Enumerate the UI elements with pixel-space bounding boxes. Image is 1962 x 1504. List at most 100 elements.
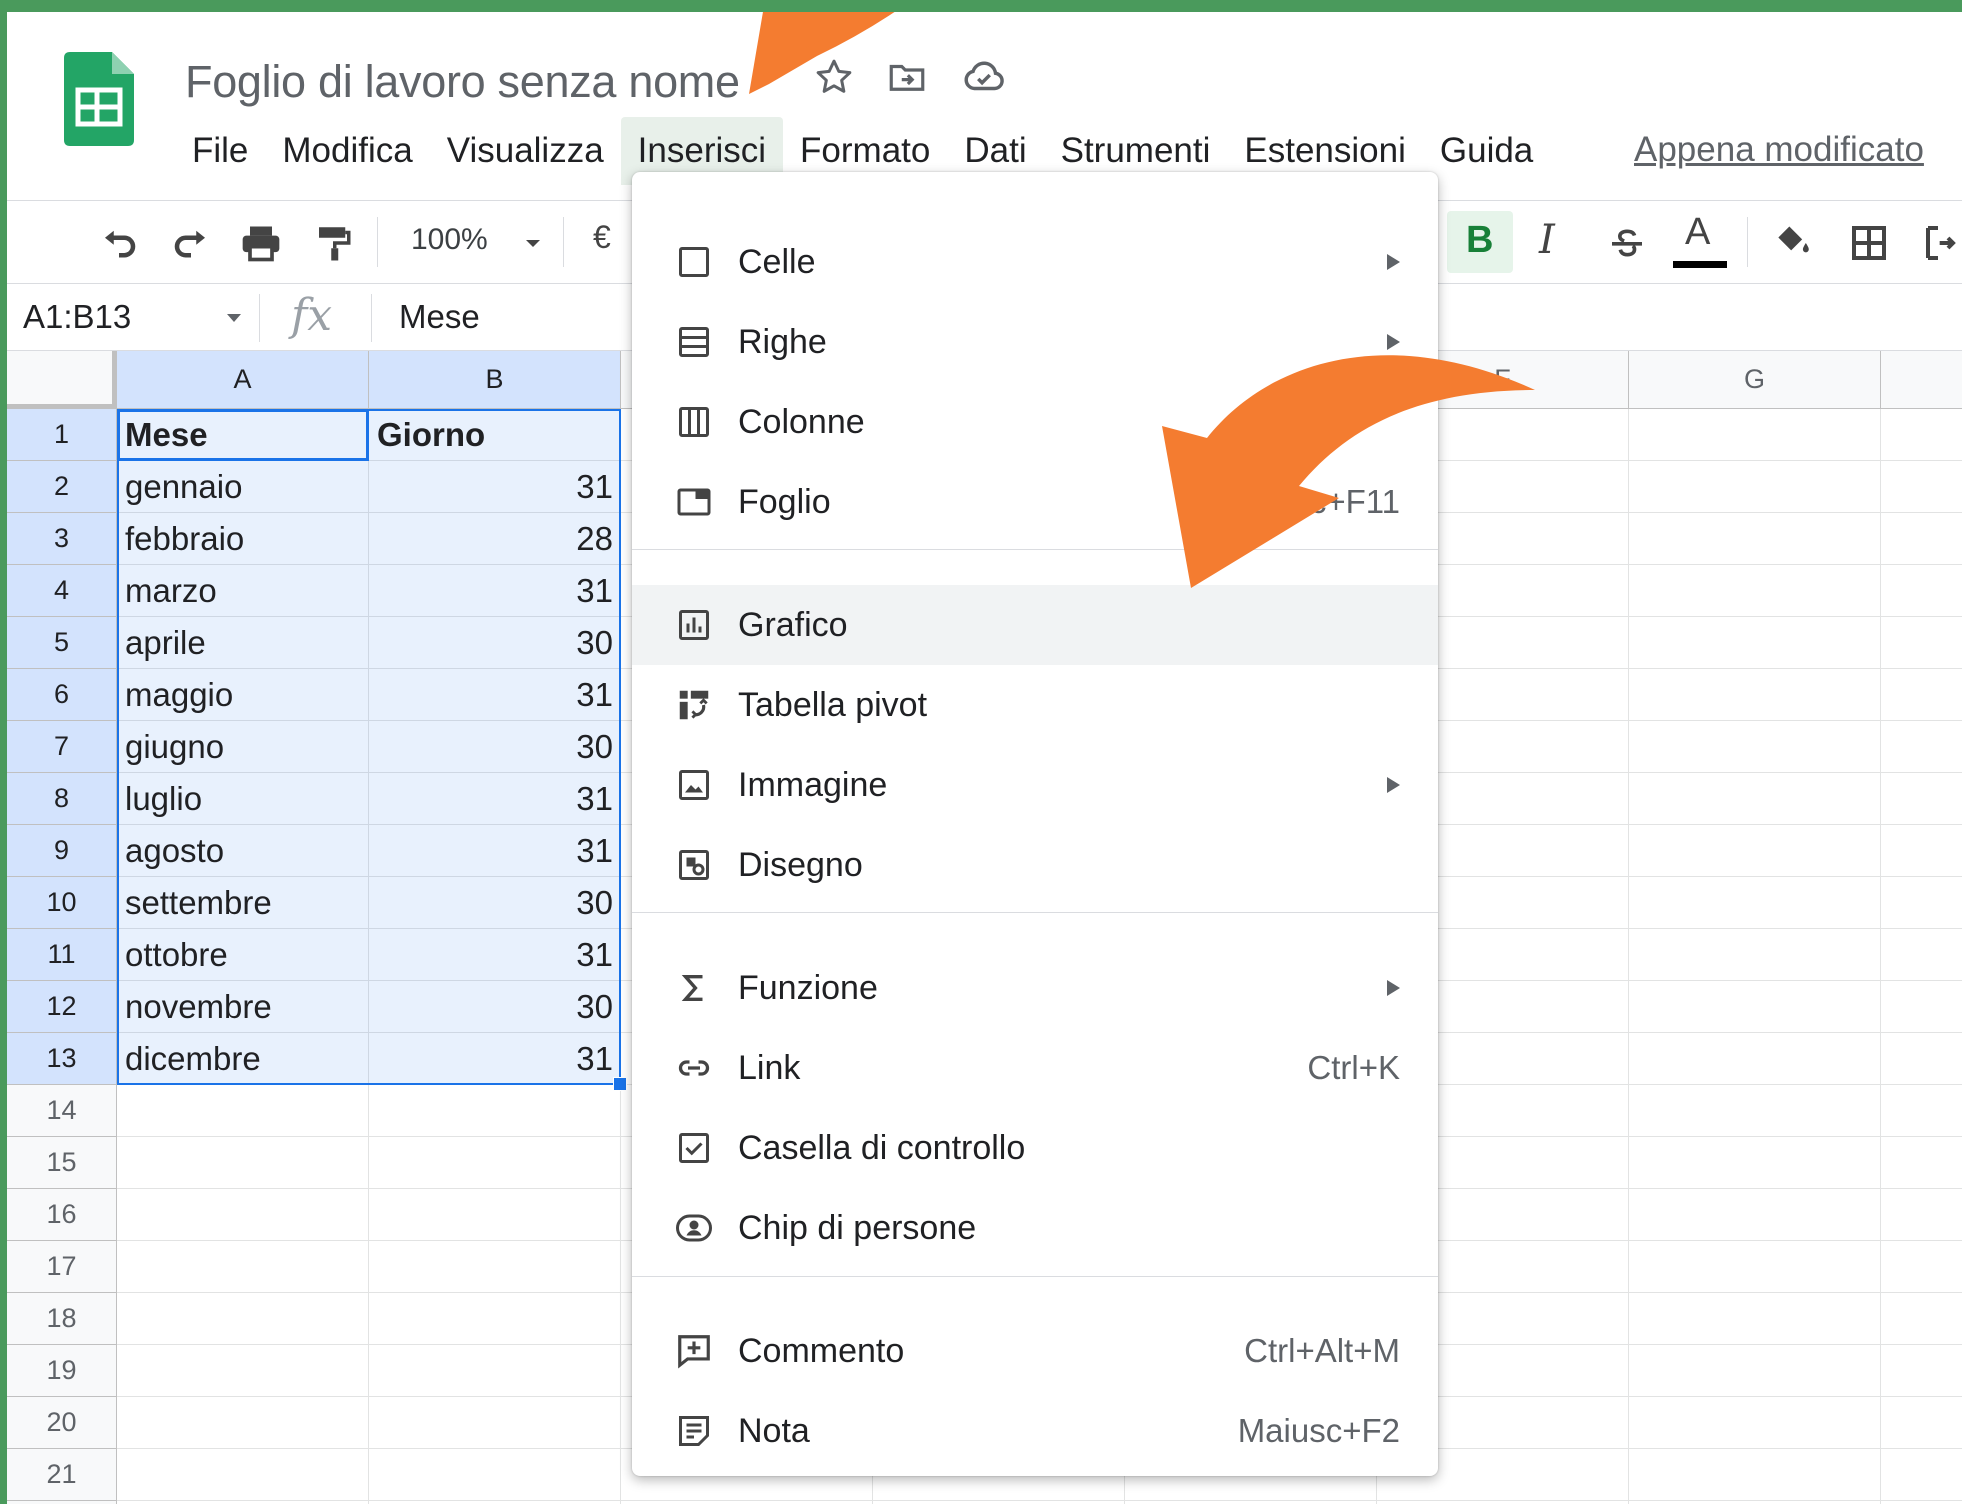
cell-b3[interactable]: 28 (369, 513, 621, 565)
cell-b10[interactable]: 30 (369, 877, 621, 929)
menu-item-disegno[interactable]: Disegno (632, 825, 1438, 905)
row-header-5[interactable]: 5 (7, 617, 117, 669)
menu-item-grafico[interactable]: Grafico (632, 585, 1438, 665)
cell-b6[interactable]: 31 (369, 669, 621, 721)
redo-icon[interactable] (167, 219, 215, 267)
row-header-10[interactable]: 10 (7, 877, 117, 929)
name-box-dropdown-icon[interactable] (227, 314, 241, 322)
menu-modifica[interactable]: Modifica (265, 117, 429, 185)
row-header-21[interactable]: 21 (7, 1449, 117, 1501)
row-header-20[interactable]: 20 (7, 1397, 117, 1449)
menu-item-link[interactable]: Link Ctrl+K (632, 1028, 1438, 1108)
menu-item-celle[interactable]: Celle (632, 222, 1438, 302)
column-header-b[interactable]: B (369, 351, 621, 409)
cloud-status-icon[interactable] (957, 50, 1011, 104)
column-header-g[interactable]: G (1629, 351, 1881, 409)
fill-color-icon[interactable] (1769, 219, 1817, 267)
column-header-h[interactable]: H (1881, 351, 1962, 409)
select-all-corner[interactable] (7, 351, 117, 409)
zoom-select[interactable]: 100% (411, 223, 488, 257)
bold-button[interactable]: B (1466, 219, 1493, 262)
cell-a11[interactable]: ottobre (117, 929, 369, 981)
menu-item-label: Funzione (738, 968, 878, 1007)
cell-b5[interactable]: 30 (369, 617, 621, 669)
document-title[interactable]: Foglio di lavoro senza nome (185, 56, 740, 108)
cell-a5[interactable]: aprile (117, 617, 369, 669)
row-header-15[interactable]: 15 (7, 1137, 117, 1189)
menu-item-casella-di-controllo[interactable]: Casella di controllo (632, 1108, 1438, 1188)
cell-b1[interactable]: Giorno (369, 409, 621, 461)
star-icon[interactable] (807, 50, 861, 104)
name-box[interactable]: A1:B13 (23, 298, 131, 336)
row-header-3[interactable]: 3 (7, 513, 117, 565)
menu-separator (632, 1276, 1438, 1277)
last-edit-link[interactable]: Appena modificato (1634, 130, 1924, 170)
move-to-folder-icon[interactable] (880, 50, 934, 104)
menu-item-colonne[interactable]: Colonne (632, 382, 1438, 462)
borders-icon[interactable] (1845, 219, 1893, 267)
row-header-14[interactable]: 14 (7, 1085, 117, 1137)
cell-a13[interactable]: dicembre (117, 1033, 369, 1085)
cell-a10[interactable]: settembre (117, 877, 369, 929)
strikethrough-icon[interactable] (1603, 219, 1651, 267)
cell-icon (672, 240, 716, 284)
cell-a3[interactable]: febbraio (117, 513, 369, 565)
row-header-6[interactable]: 6 (7, 669, 117, 721)
menu-item-commento[interactable]: Commento Ctrl+Alt+M (632, 1311, 1438, 1391)
formula-input[interactable]: Mese (399, 298, 480, 336)
cell-b12[interactable]: 30 (369, 981, 621, 1033)
cell-b11[interactable]: 31 (369, 929, 621, 981)
row-header-17[interactable]: 17 (7, 1241, 117, 1293)
cell-a9[interactable]: agosto (117, 825, 369, 877)
row-header-13[interactable]: 13 (7, 1033, 117, 1085)
cell-b9[interactable]: 31 (369, 825, 621, 877)
italic-button[interactable]: I (1539, 217, 1555, 263)
column-header-a[interactable]: A (117, 351, 369, 409)
cell-a4[interactable]: marzo (117, 565, 369, 617)
submenu-arrow-icon (1387, 980, 1400, 996)
row-header-8[interactable]: 8 (7, 773, 117, 825)
menu-item-nota[interactable]: Nota Maiusc+F2 (632, 1391, 1438, 1471)
row-header-16[interactable]: 16 (7, 1189, 117, 1241)
row-header-19[interactable]: 19 (7, 1345, 117, 1397)
print-icon[interactable] (237, 219, 285, 267)
cell-a6[interactable]: maggio (117, 669, 369, 721)
row-header-2[interactable]: 2 (7, 461, 117, 513)
text-color-button[interactable]: A (1673, 211, 1727, 273)
menu-guida[interactable]: Guida (1423, 117, 1550, 185)
menu-item-shortcut: Maiusc+F2 (1237, 1412, 1400, 1449)
people-chip-icon (672, 1206, 716, 1250)
menu-item-foglio[interactable]: Foglio c+F11 (632, 462, 1438, 542)
cell-b13[interactable]: 31 (369, 1033, 621, 1085)
menu-item-righe[interactable]: Righe (632, 302, 1438, 382)
cell-a2[interactable]: gennaio (117, 461, 369, 513)
row-header-9[interactable]: 9 (7, 825, 117, 877)
menu-item-tabella-pivot[interactable]: Tabella pivot (632, 665, 1438, 745)
row-header-12[interactable]: 12 (7, 981, 117, 1033)
menu-item-label: Celle (738, 242, 816, 281)
google-sheets-logo[interactable] (64, 52, 134, 146)
row-header-4[interactable]: 4 (7, 565, 117, 617)
currency-format-button[interactable]: € (593, 219, 611, 256)
cell-b7[interactable]: 30 (369, 721, 621, 773)
menu-item-chip-di-persone[interactable]: Chip di persone (632, 1188, 1438, 1268)
cell-a7[interactable]: giugno (117, 721, 369, 773)
menu-item-immagine[interactable]: Immagine (632, 745, 1438, 825)
cell-b8[interactable]: 31 (369, 773, 621, 825)
zoom-dropdown-icon[interactable] (509, 219, 557, 267)
undo-icon[interactable] (95, 219, 143, 267)
merge-cells-icon[interactable] (1919, 219, 1962, 267)
cell-a12[interactable]: novembre (117, 981, 369, 1033)
cell-b2[interactable]: 31 (369, 461, 621, 513)
row-header-1[interactable]: 1 (7, 409, 117, 461)
cell-a1[interactable]: Mese (117, 409, 369, 461)
menu-file[interactable]: File (175, 117, 265, 185)
row-header-18[interactable]: 18 (7, 1293, 117, 1345)
row-header-11[interactable]: 11 (7, 929, 117, 981)
cell-b4[interactable]: 31 (369, 565, 621, 617)
cell-a8[interactable]: luglio (117, 773, 369, 825)
menu-visualizza[interactable]: Visualizza (430, 117, 621, 185)
menu-item-funzione[interactable]: Funzione (632, 948, 1438, 1028)
paint-format-icon[interactable] (309, 219, 357, 267)
row-header-7[interactable]: 7 (7, 721, 117, 773)
